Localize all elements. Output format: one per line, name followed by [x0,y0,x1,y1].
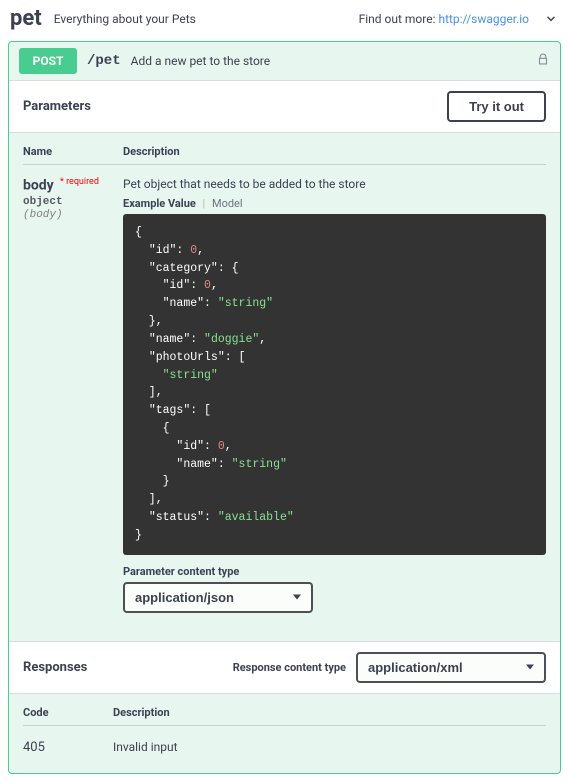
param-content-type-select[interactable]: application/json [123,582,313,613]
response-description: Invalid input [113,740,546,755]
try-it-out-button[interactable]: Try it out [447,91,546,122]
param-content-type-select-wrap: application/json [123,582,313,613]
tab-example-value[interactable]: Example Value [123,197,196,210]
parameters-title: Parameters [23,99,91,114]
response-row: 405Invalid input [23,740,546,755]
external-docs-link[interactable]: http://swagger.io [438,12,529,26]
http-method-badge: POST [19,48,77,74]
tag-header[interactable]: pet Everything about your Pets Find out … [0,0,569,41]
parameter-description: Pet object that needs to be added to the… [123,177,546,191]
required-marker: * required [60,177,99,187]
find-out-more-label: Find out more: [359,12,436,26]
tab-model[interactable]: Model [212,197,243,210]
operation-path: /pet [87,53,121,69]
parameter-description-cell: Pet object that needs to be added to the… [123,177,546,613]
response-content-type-select[interactable]: application/xml [356,652,546,683]
responses-title: Responses [23,660,87,675]
parameter-name: body [23,177,54,193]
example-json-block[interactable]: { "id": 0, "category": { "id": 0, "name"… [123,214,546,555]
parameter-meta: body * required object (body) [23,177,123,613]
responses-header: Responses Response content type applicat… [9,641,560,694]
parameter-type: object [23,196,123,208]
parameters-table-header: Name Description [23,145,546,165]
lock-icon[interactable] [536,52,550,70]
column-name-header: Name [23,145,123,158]
tab-separator: | [203,197,206,210]
operation-summary[interactable]: POST /pet Add a new pet to the store [9,42,560,80]
responses-table-header: Code Description [23,706,546,726]
tag-name: pet [10,6,42,31]
chevron-down-icon[interactable] [543,11,559,27]
operation-summary-text: Add a new pet to the store [131,54,536,68]
column-description-header-2: Description [113,706,546,719]
tag-external-docs: Find out more: http://swagger.io [359,12,529,26]
operation-block: POST /pet Add a new pet to the store Par… [8,41,561,774]
column-code-header: Code [23,706,113,719]
response-content-type-select-wrap: application/xml [356,652,546,683]
tag-description: Everything about your Pets [54,12,359,26]
parameters-body: Name Description body * required object … [9,133,560,641]
column-description-header: Description [123,145,546,158]
parameter-in: (body) [23,209,123,221]
responses-body: Code Description 405Invalid input [9,694,560,773]
param-content-type-label: Parameter content type [123,565,546,578]
parameters-header: Parameters Try it out [9,80,560,133]
parameter-row: body * required object (body) Pet object… [23,177,546,613]
response-code: 405 [23,740,113,755]
example-model-tabs: Example Value | Model [123,197,546,210]
